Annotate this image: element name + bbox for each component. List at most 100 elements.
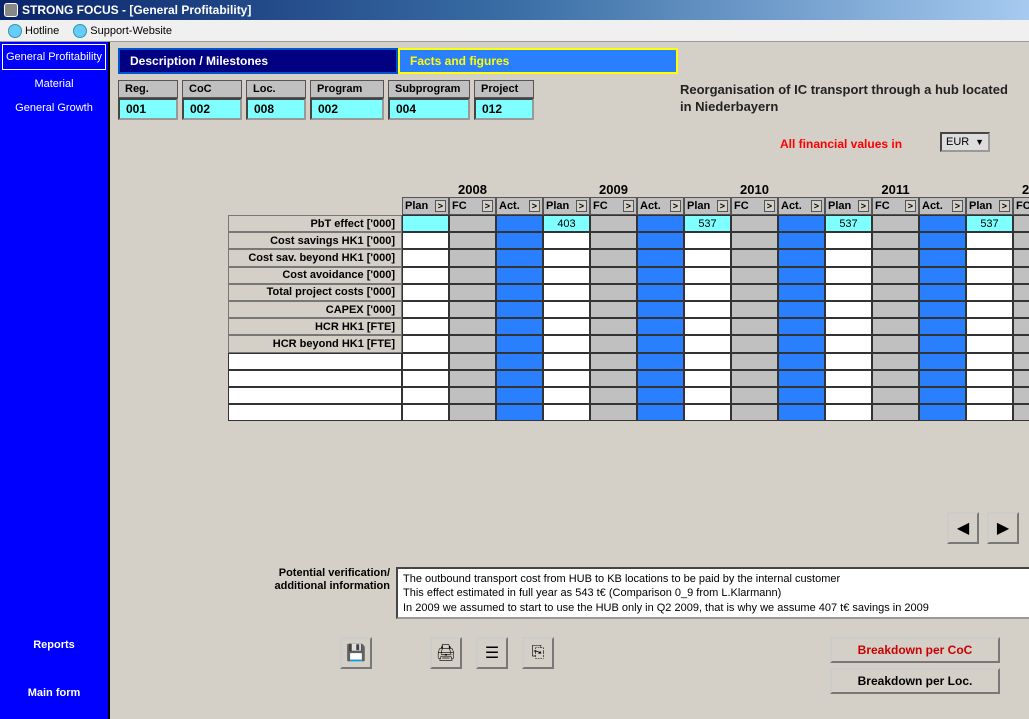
idval-coc[interactable]: 002 — [182, 98, 242, 120]
grid-cell[interactable] — [637, 318, 684, 335]
idval-subprogram[interactable]: 004 — [388, 98, 470, 120]
grid-cell[interactable] — [872, 318, 919, 335]
grid-cell[interactable] — [496, 267, 543, 284]
grid-cell[interactable] — [966, 404, 1013, 421]
grid-cell[interactable] — [919, 215, 966, 232]
grid-cell[interactable] — [919, 249, 966, 266]
grid-cell[interactable] — [543, 353, 590, 370]
grid-cell[interactable] — [543, 370, 590, 387]
grid-cell[interactable] — [1013, 267, 1029, 284]
grid-cell[interactable] — [590, 404, 637, 421]
grid-cell[interactable] — [496, 215, 543, 232]
currency-select[interactable]: EUR▼ — [940, 132, 990, 152]
grid-cell[interactable] — [872, 370, 919, 387]
grid-cell[interactable] — [778, 335, 825, 352]
grid-cell[interactable] — [543, 232, 590, 249]
grid-cell[interactable] — [1013, 215, 1029, 232]
grid-cell[interactable] — [731, 215, 778, 232]
grid-cell[interactable] — [590, 301, 637, 318]
form-button[interactable]: ☰ — [476, 637, 508, 669]
grid-cell[interactable] — [543, 284, 590, 301]
grid-cell[interactable] — [731, 353, 778, 370]
grid-cell[interactable] — [1013, 335, 1029, 352]
grid-cell[interactable] — [919, 353, 966, 370]
grid-cell[interactable] — [778, 267, 825, 284]
grid-cell[interactable] — [872, 301, 919, 318]
grid-cell[interactable] — [543, 404, 590, 421]
grid-cell[interactable] — [966, 232, 1013, 249]
grid-cell[interactable] — [684, 370, 731, 387]
grid-cell[interactable] — [496, 353, 543, 370]
grid-cell[interactable] — [543, 335, 590, 352]
grid-cell[interactable] — [402, 387, 449, 404]
grid-cell[interactable] — [778, 370, 825, 387]
grid-cell[interactable] — [1013, 353, 1029, 370]
tab-description[interactable]: Description / Milestones — [118, 48, 398, 74]
grid-cell[interactable] — [966, 249, 1013, 266]
grid-cell[interactable] — [449, 335, 496, 352]
grid-cell[interactable] — [590, 215, 637, 232]
grid-cell[interactable] — [825, 318, 872, 335]
grid-cell[interactable] — [919, 301, 966, 318]
grid-cell[interactable] — [590, 232, 637, 249]
grid-cell[interactable] — [919, 284, 966, 301]
grid-cell[interactable] — [543, 387, 590, 404]
expand-icon[interactable]: > — [811, 200, 822, 212]
col-header-act[interactable]: Act.> — [637, 197, 684, 215]
grid-cell[interactable] — [637, 335, 684, 352]
grid-cell[interactable] — [496, 249, 543, 266]
grid-cell[interactable] — [778, 387, 825, 404]
expand-icon[interactable]: > — [999, 200, 1010, 212]
grid-cell[interactable] — [966, 318, 1013, 335]
grid-cell[interactable] — [496, 335, 543, 352]
idval-reg[interactable]: 001 — [118, 98, 178, 120]
grid-cell[interactable] — [778, 215, 825, 232]
grid-cell[interactable] — [919, 232, 966, 249]
grid-cell[interactable] — [402, 267, 449, 284]
breakdown-loc-button[interactable]: Breakdown per Loc. — [830, 668, 1000, 694]
grid-cell[interactable] — [919, 267, 966, 284]
grid-cell[interactable] — [402, 232, 449, 249]
grid-cell[interactable] — [684, 404, 731, 421]
expand-icon[interactable]: > — [858, 200, 869, 212]
grid-cell[interactable] — [872, 249, 919, 266]
grid-cell[interactable] — [1013, 404, 1029, 421]
idval-program[interactable]: 002 — [310, 98, 384, 120]
grid-cell[interactable] — [1013, 387, 1029, 404]
grid-cell[interactable] — [684, 301, 731, 318]
grid-cell[interactable] — [872, 284, 919, 301]
grid-cell[interactable] — [966, 267, 1013, 284]
print-button[interactable]: 🖨 — [430, 637, 462, 669]
grid-cell[interactable] — [496, 387, 543, 404]
grid-cell[interactable] — [872, 353, 919, 370]
grid-cell[interactable] — [778, 404, 825, 421]
grid-cell[interactable] — [590, 387, 637, 404]
grid-cell[interactable] — [872, 267, 919, 284]
grid-cell[interactable] — [637, 387, 684, 404]
grid-cell[interactable] — [496, 404, 543, 421]
nav-prev-button[interactable]: ◀ — [947, 512, 979, 544]
expand-icon[interactable]: > — [435, 200, 446, 212]
grid-cell[interactable] — [731, 370, 778, 387]
sidebar-item-material[interactable]: Material — [0, 72, 108, 96]
grid-cell[interactable] — [919, 387, 966, 404]
expand-icon[interactable]: > — [576, 200, 587, 212]
grid-cell[interactable] — [637, 370, 684, 387]
grid-cell[interactable] — [966, 353, 1013, 370]
grid-cell[interactable] — [778, 318, 825, 335]
grid-cell[interactable]: 537 — [825, 215, 872, 232]
grid-cell[interactable] — [825, 335, 872, 352]
grid-cell[interactable] — [590, 370, 637, 387]
grid-cell[interactable] — [778, 284, 825, 301]
grid-cell[interactable] — [590, 249, 637, 266]
grid-cell[interactable] — [449, 267, 496, 284]
grid-cell[interactable] — [637, 353, 684, 370]
grid-cell[interactable] — [966, 370, 1013, 387]
expand-icon[interactable]: > — [623, 200, 634, 212]
grid-cell[interactable] — [637, 404, 684, 421]
grid-cell[interactable] — [637, 232, 684, 249]
grid-cell[interactable] — [872, 404, 919, 421]
grid-cell[interactable] — [731, 387, 778, 404]
col-header-fc[interactable]: FC> — [590, 197, 637, 215]
grid-cell[interactable] — [449, 404, 496, 421]
